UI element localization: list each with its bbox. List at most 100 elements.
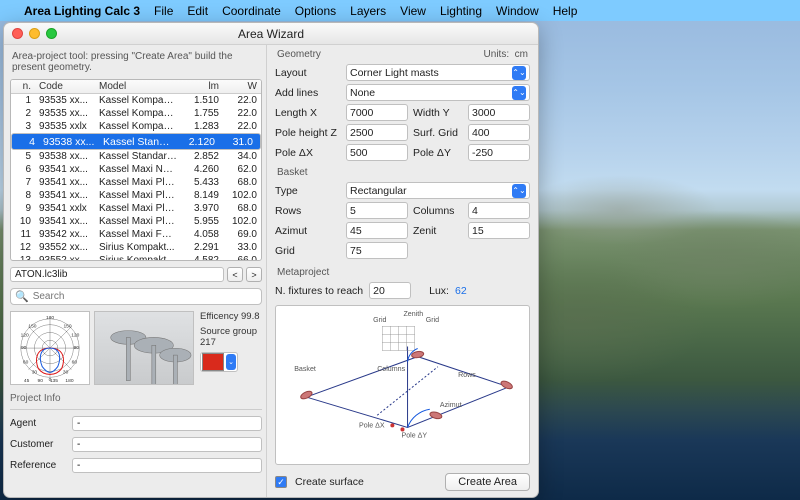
menu-file[interactable]: File xyxy=(154,4,173,18)
col-lm[interactable]: lm xyxy=(181,80,223,93)
create-surface-checkbox[interactable]: ✓ xyxy=(275,476,287,488)
zoom-icon[interactable] xyxy=(46,28,57,39)
svg-text:180: 180 xyxy=(46,315,54,321)
rows-input[interactable]: 5 xyxy=(346,202,408,219)
lux-label: Lux: xyxy=(429,285,449,297)
table-row[interactable]: 1293552 xx...Sirius Kompakt...2.29133.0 xyxy=(11,241,261,254)
customer-input[interactable] xyxy=(72,437,262,452)
titlebar[interactable]: Area Wizard xyxy=(4,23,538,45)
layout-label: Layout xyxy=(275,67,341,79)
table-row[interactable]: 593538 xx...Kassel Standard...2.85234.0 xyxy=(11,150,261,163)
svg-text:60: 60 xyxy=(23,360,29,366)
menu-help[interactable]: Help xyxy=(553,4,578,18)
svg-text:150: 150 xyxy=(63,324,71,330)
minimize-icon[interactable] xyxy=(29,28,40,39)
svg-text:90: 90 xyxy=(74,345,80,351)
create-area-button[interactable]: Create Area xyxy=(445,473,530,491)
svg-text:Rows: Rows xyxy=(458,371,476,379)
table-row[interactable]: 1393552 xx...Sirius Kompakt...4.58266.0 xyxy=(11,254,261,261)
chevron-down-icon: ⌃⌄ xyxy=(512,66,526,80)
svg-text:45: 45 xyxy=(24,378,30,384)
azimut-input[interactable]: 45 xyxy=(346,222,408,239)
table-row[interactable]: 193535 xx...Kassel Kompakt...1.51022.0 xyxy=(11,94,261,107)
geometry-header: Geometry xyxy=(277,49,321,60)
col-model[interactable]: Model xyxy=(95,80,181,93)
color-swatch xyxy=(202,353,224,371)
search-box[interactable]: 🔍 xyxy=(10,288,262,305)
next-button[interactable]: > xyxy=(246,267,262,282)
svg-text:Pole ΔX: Pole ΔX xyxy=(359,421,385,429)
polez-input[interactable]: 2500 xyxy=(346,124,408,141)
col-code[interactable]: Code xyxy=(35,80,95,93)
svg-text:120: 120 xyxy=(21,332,29,338)
layout-select[interactable]: Corner Light masts⌃⌄ xyxy=(346,64,530,81)
svg-text:90: 90 xyxy=(38,378,44,384)
nfixtures-label: N. fixtures to reach xyxy=(275,285,363,297)
poledx-input[interactable]: 500 xyxy=(346,144,408,161)
chevron-down-icon: ⌃⌄ xyxy=(512,86,526,100)
svg-text:150: 150 xyxy=(28,324,36,330)
color-select[interactable]: ⌄ xyxy=(200,352,238,372)
svg-text:Grid: Grid xyxy=(426,316,439,324)
reference-input[interactable] xyxy=(72,458,262,473)
svg-text:Azimut: Azimut xyxy=(440,401,462,409)
menu-window[interactable]: Window xyxy=(496,4,539,18)
svg-text:30: 30 xyxy=(63,369,69,375)
menu-options[interactable]: Options xyxy=(295,4,336,18)
menu-view[interactable]: View xyxy=(400,4,426,18)
svg-text:Basket: Basket xyxy=(294,365,316,373)
addlines-select[interactable]: None⌃⌄ xyxy=(346,84,530,101)
table-row[interactable]: 993541 xxlxKassel Maxi Plu...3.97068.0 xyxy=(11,202,261,215)
table-row[interactable]: 693541 xx...Kassel Maxi NW...4.26062.0 xyxy=(11,163,261,176)
surfgrid-input[interactable]: 400 xyxy=(468,124,530,141)
table-row[interactable]: 1093541 xx...Kassel Maxi Plu...5.955102.… xyxy=(11,215,261,228)
grid-input[interactable]: 75 xyxy=(346,242,408,259)
fixture-stats: Efficency 99.8 Source group 217 ⌄ xyxy=(198,311,262,385)
menu-edit[interactable]: Edit xyxy=(187,4,208,18)
menu-app[interactable]: Area Lighting Calc 3 xyxy=(24,4,140,18)
type-select[interactable]: Rectangular⌃⌄ xyxy=(346,182,530,199)
table-row[interactable]: 293535 xx...Kassel Kompakt...1.75522.0 xyxy=(11,107,261,120)
cols-input[interactable]: 4 xyxy=(468,202,530,219)
svg-text:180: 180 xyxy=(65,378,73,384)
table-row[interactable]: 893541 xx...Kassel Maxi Plu...8.149102.0 xyxy=(11,189,261,202)
create-surface-label: Create surface xyxy=(295,476,364,488)
menu-layers[interactable]: Layers xyxy=(350,4,386,18)
fixture-render xyxy=(94,311,194,385)
addlines-label: Add lines xyxy=(275,87,341,99)
svg-text:30: 30 xyxy=(32,369,38,375)
fixture-table[interactable]: n. Code Model lm W 193535 xx...Kassel Ko… xyxy=(10,79,262,261)
poledy-input[interactable]: -250 xyxy=(468,144,530,161)
lengthx-input[interactable]: 7000 xyxy=(346,104,408,121)
surfgrid-label: Surf. Grid xyxy=(413,127,463,139)
nfixtures-input[interactable]: 20 xyxy=(369,282,411,299)
chevron-down-icon: ⌄ xyxy=(226,354,236,370)
polar-diagram: 18090900 150150 120120 6060 3030 4590135… xyxy=(10,311,90,385)
polez-label: Pole height Z xyxy=(275,127,341,139)
project-info-label: Project Info xyxy=(10,393,262,405)
table-row[interactable]: 393535 xxlxKassel Kompakt...1.28322.0 xyxy=(11,120,261,133)
col-w[interactable]: W xyxy=(223,80,261,93)
menu-lighting[interactable]: Lighting xyxy=(440,4,482,18)
menu-coordinate[interactable]: Coordinate xyxy=(222,4,281,18)
agent-label: Agent xyxy=(10,418,68,429)
svg-text:Pole ΔY: Pole ΔY xyxy=(401,432,427,438)
search-input[interactable] xyxy=(33,291,257,302)
cols-label: Columns xyxy=(413,205,463,217)
zenit-input[interactable]: 15 xyxy=(468,222,530,239)
table-row[interactable]: 1193542 xx...Kassel Maxi FG...4.05869.0 xyxy=(11,228,261,241)
widthy-input[interactable]: 3000 xyxy=(468,104,530,121)
col-n[interactable]: n. xyxy=(11,80,35,93)
table-row[interactable]: 793541 xx...Kassel Maxi Plu...5.43368.0 xyxy=(11,176,261,189)
zenit-label: Zenit xyxy=(413,225,463,237)
prev-button[interactable]: < xyxy=(227,267,243,282)
table-row[interactable]: 493538 xx...Kassel Standard...2.12031.0 xyxy=(11,133,261,150)
menubar: Area Lighting Calc 3 File Edit Coordinat… xyxy=(0,0,800,21)
geometry-diagram: Grid Zenith Grid Basket Columns Rows Azi… xyxy=(275,305,530,465)
poledx-label: Pole ΔX xyxy=(275,147,341,159)
agent-input[interactable] xyxy=(72,416,262,431)
search-icon: 🔍 xyxy=(15,290,29,303)
lux-value: 62 xyxy=(455,285,467,297)
close-icon[interactable] xyxy=(12,28,23,39)
svg-text:Columns: Columns xyxy=(377,365,405,373)
